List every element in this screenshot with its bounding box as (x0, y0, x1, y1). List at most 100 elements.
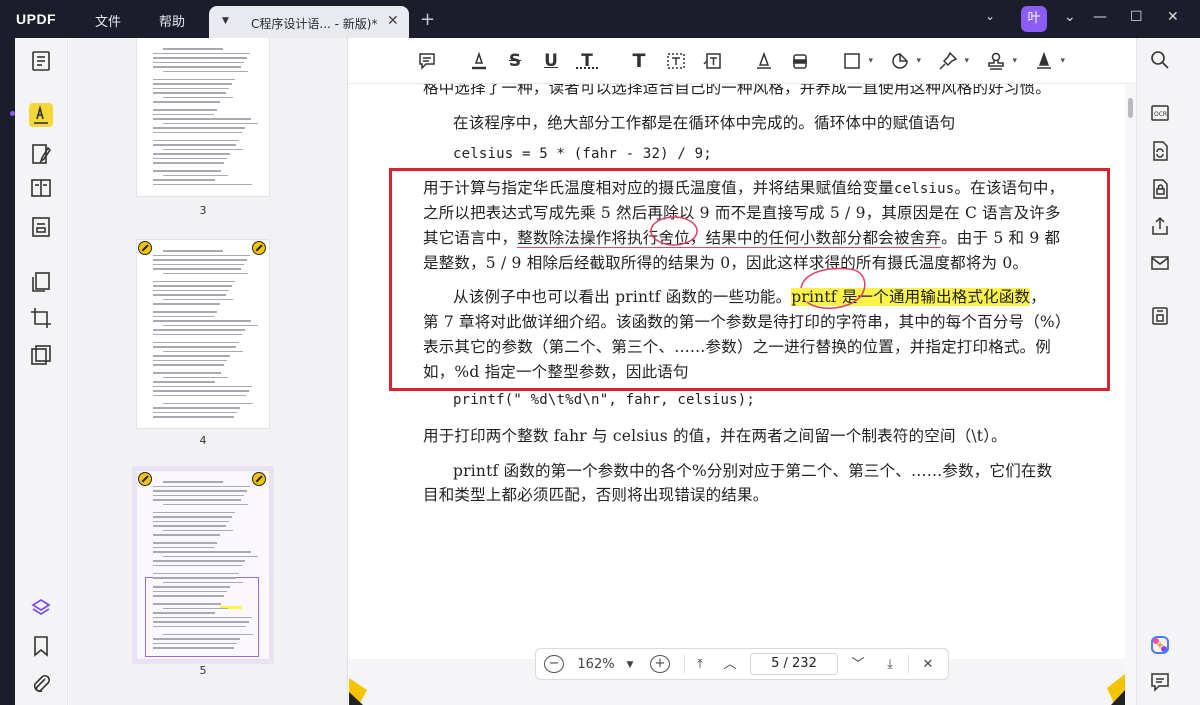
first-page-icon[interactable]: ⤒ (690, 655, 710, 675)
email-icon[interactable] (1149, 252, 1171, 274)
thumbnail-text-line (163, 633, 253, 635)
layers-icon[interactable] (29, 596, 53, 620)
reader-icon[interactable] (29, 49, 53, 73)
page-thumbnail-3[interactable] (137, 38, 269, 196)
thumbnail-text-line (163, 272, 248, 274)
menu-help[interactable]: 帮助 (159, 11, 185, 30)
save-icon[interactable] (1149, 305, 1171, 327)
textbox-icon[interactable] (665, 51, 687, 71)
pages-icon[interactable] (29, 270, 53, 294)
thumbnail-text-line (153, 52, 250, 54)
protect-icon[interactable] (29, 343, 53, 367)
tab-close-icon[interactable]: ✕ (387, 13, 399, 29)
thumbnail-text-line (153, 407, 240, 409)
page-thumbnail-4[interactable] (137, 240, 269, 428)
stamp-icon[interactable] (985, 51, 1017, 71)
thumbnail-text-line (153, 616, 252, 618)
highlighter-icon[interactable] (468, 51, 490, 71)
chat-icon[interactable] (1149, 671, 1171, 693)
zoom-in-icon[interactable]: + (650, 655, 670, 673)
more-icon[interactable]: ⌄ (1064, 9, 1076, 25)
zoom-dropdown-icon[interactable]: ▼ (624, 655, 636, 675)
thumbnail-text-line (153, 57, 247, 59)
thumbnail-text-line (153, 254, 250, 256)
thumbnail-text-line (153, 127, 245, 129)
zoom-out-icon[interactable]: − (544, 655, 564, 673)
note-icon[interactable] (416, 51, 438, 71)
convert-icon[interactable] (1149, 140, 1171, 162)
tab-title: C程序设计语... - 新版)* (251, 17, 378, 31)
thumbnail-text-line (153, 333, 242, 335)
document-area: S U T T 格中选择了一种，读者可以选择适合 (349, 38, 1136, 705)
thumbnail-text-line (153, 642, 237, 644)
thumbnail-text-line (153, 546, 214, 548)
scrollbar-thumb[interactable] (1128, 98, 1133, 118)
freehand-annotations[interactable] (349, 84, 1125, 659)
ocr-icon[interactable]: OCR (1149, 102, 1171, 124)
tabs-dropdown-icon[interactable]: ⌄ (985, 9, 995, 23)
page-thumbnail-5[interactable] (137, 471, 269, 659)
search-icon[interactable] (1149, 49, 1171, 71)
thumbnail-text-line (153, 485, 250, 487)
text-icon[interactable]: T (628, 51, 650, 71)
minimize-icon[interactable]: — (1093, 9, 1107, 25)
thumbnail-text-line (153, 572, 239, 574)
thumbnail-panel: 3 4 5 (69, 38, 348, 705)
underline-icon[interactable]: U (540, 51, 562, 71)
form-icon[interactable] (29, 215, 53, 239)
thumbnail-text-line (163, 481, 223, 483)
share-icon[interactable] (1149, 215, 1171, 237)
menu-file[interactable]: 文件 (95, 11, 121, 30)
ai-icon[interactable] (1149, 634, 1171, 656)
protect-file-icon[interactable] (1149, 178, 1171, 200)
thumbnail-text-line (153, 315, 214, 317)
sticker-icon[interactable] (889, 51, 921, 71)
thumbnail-text-line (153, 390, 249, 392)
squiggly-icon[interactable]: T (576, 51, 598, 71)
thumbnail-text-line (163, 324, 258, 326)
right-toolbar: OCR (1136, 38, 1200, 705)
thumbnail-text-line (153, 139, 239, 141)
thumbnail-text-line (163, 148, 243, 150)
thumbnail-text-line (153, 372, 221, 374)
pencil-icon[interactable] (753, 51, 775, 71)
comment-icon[interactable] (29, 103, 53, 127)
page-number-input[interactable]: 5 / 232 (750, 653, 838, 675)
thumbnail-text-line (153, 494, 244, 496)
thumbnail-text-line (153, 534, 220, 536)
edit-icon[interactable] (29, 142, 53, 166)
document-tab[interactable]: ▼ C程序设计语... - 新版)* ✕ (209, 6, 409, 38)
close-nav-icon[interactable]: ✕ (918, 655, 938, 675)
bookmark-icon[interactable] (29, 634, 53, 658)
thumbnail-label: 4 (199, 434, 207, 447)
corner-badge-left (349, 678, 367, 705)
thumbnail-text-line (153, 157, 227, 159)
eraser-icon[interactable] (789, 51, 811, 71)
last-page-icon[interactable]: ⤓ (880, 655, 900, 675)
crop-icon[interactable] (29, 306, 53, 330)
shape-icon[interactable] (841, 51, 873, 71)
avatar[interactable]: 叶 (1021, 6, 1047, 32)
strikethrough-icon[interactable]: S (504, 51, 526, 71)
prev-page-icon[interactable]: ︿ (720, 655, 740, 675)
thumbnail-text-line (153, 520, 229, 522)
callout-icon[interactable] (701, 51, 723, 71)
code-line: printf(" %d\t%d\n", fahr, celsius); (453, 392, 756, 408)
thumbnail-text-line (153, 294, 226, 296)
new-tab-button[interactable]: + (420, 9, 435, 30)
close-window-icon[interactable]: ✕ (1167, 9, 1179, 25)
thumbnail-text-line (153, 113, 214, 115)
thumbnail-text-line (153, 355, 230, 357)
pin-icon[interactable] (937, 51, 969, 71)
next-page-icon[interactable]: ﹀ (848, 655, 868, 675)
attachment-icon[interactable] (29, 672, 53, 696)
zoom-level[interactable]: 162% (576, 655, 616, 675)
maximize-icon[interactable]: ☐ (1130, 9, 1143, 25)
thumbnail-text-line (163, 402, 253, 404)
vertical-scrollbar[interactable] (1125, 84, 1136, 705)
thumbnail-text-line (163, 122, 258, 124)
tab-dropdown-icon[interactable]: ▼ (222, 16, 229, 26)
organize-icon[interactable] (29, 176, 53, 200)
signature-icon[interactable] (1033, 51, 1065, 71)
thumbnail-text-line (153, 364, 224, 366)
